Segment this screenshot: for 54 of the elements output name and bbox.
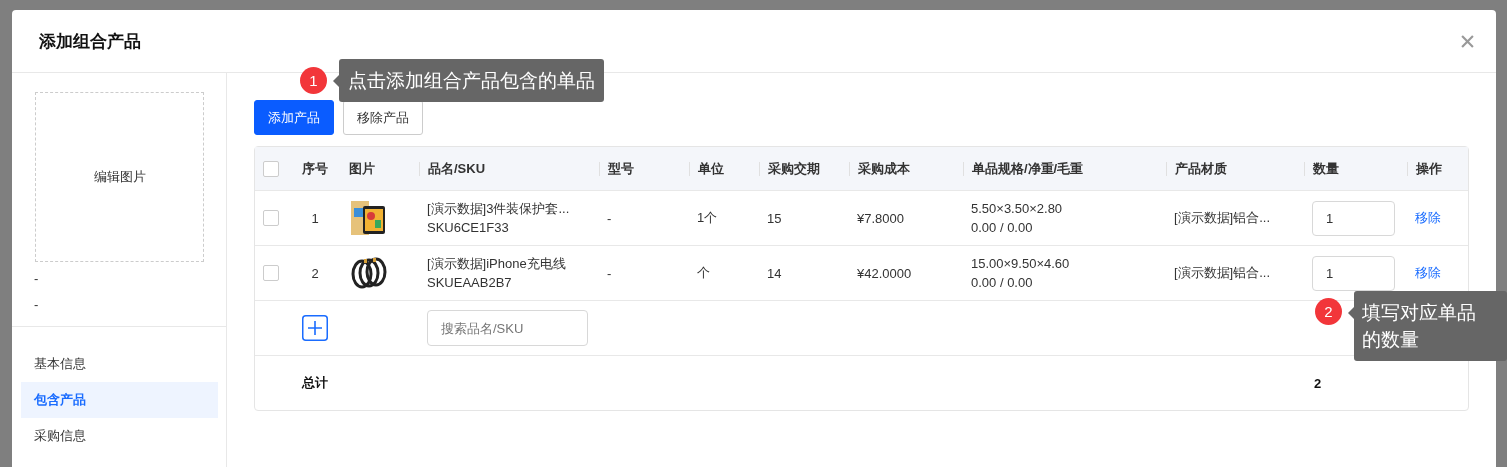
tooltip: 填写对应单品的数量 bbox=[1348, 291, 1507, 361]
add-button[interactable]: 添加产品 bbox=[254, 100, 334, 135]
product-name: [演示数据]3件装保护套... bbox=[427, 200, 570, 218]
nav-item[interactable]: 基本信息 bbox=[21, 346, 218, 382]
column-header: 产品材质 bbox=[1175, 159, 1227, 178]
table-cell: 个 bbox=[697, 264, 710, 282]
column-header: 型号 bbox=[608, 159, 634, 178]
spec-text: 5.50×3.50×2.80 bbox=[971, 200, 1063, 218]
quantity-input[interactable]: 1 bbox=[1312, 200, 1395, 236]
nav-item[interactable]: 包含产品 bbox=[21, 382, 218, 418]
table-cell: - bbox=[607, 210, 612, 226]
weight-text: 0.00 / 0.00 bbox=[971, 219, 1033, 237]
table-cell: 2 bbox=[311, 265, 319, 281]
table-cell: ¥42.0000 bbox=[857, 265, 912, 281]
column-header: 数量 bbox=[1313, 159, 1339, 178]
close-icon[interactable] bbox=[1461, 34, 1474, 48]
tooltip: 点击添加组合产品包含的单品 bbox=[333, 59, 604, 102]
checkbox[interactable] bbox=[263, 210, 279, 226]
table-cell: ¥7.8000 bbox=[857, 210, 904, 226]
total-label: 总计 bbox=[302, 374, 328, 392]
field-value: - bbox=[34, 296, 39, 313]
product-sku: SKU6CE1F33 bbox=[427, 219, 509, 237]
total-quantity: 2 bbox=[1314, 375, 1322, 391]
product-name: [演示数据]iPhone充电线 bbox=[427, 255, 566, 273]
table-cell: [演示数据]铝合... bbox=[1174, 209, 1271, 227]
column-header: 操作 bbox=[1416, 159, 1442, 178]
column-header: 单位 bbox=[698, 159, 724, 178]
weight-text: 0.00 / 0.00 bbox=[971, 274, 1033, 292]
nav-item[interactable]: 采购信息 bbox=[21, 418, 218, 454]
quantity-input[interactable]: 1 bbox=[1312, 255, 1395, 291]
table-cell: [演示数据]铝合... bbox=[1174, 264, 1271, 282]
checkbox[interactable] bbox=[263, 160, 279, 177]
product-sku: SKUEAAB2B7 bbox=[427, 274, 512, 292]
column-header: 品名/SKU bbox=[428, 159, 486, 178]
remove-link[interactable]: 移除 bbox=[1415, 209, 1441, 227]
search-field[interactable]: 搜索品名/SKU bbox=[427, 310, 588, 346]
remove-button[interactable]: 移除产品 bbox=[343, 100, 423, 135]
column-header: 单品规格/净重/毛重 bbox=[972, 159, 1084, 178]
table-cell: - bbox=[607, 265, 612, 281]
column-header: 序号 bbox=[302, 159, 328, 178]
checkbox[interactable] bbox=[263, 265, 279, 281]
column-header: 采购成本 bbox=[858, 159, 910, 178]
column-header: 采购交期 bbox=[768, 159, 820, 178]
add-icon[interactable] bbox=[302, 315, 328, 341]
spec-text: 15.00×9.50×4.60 bbox=[971, 255, 1070, 273]
image-upload-area[interactable]: 编辑图片 bbox=[35, 92, 204, 262]
table-cell: 14 bbox=[767, 265, 782, 281]
remove-link[interactable]: 移除 bbox=[1415, 264, 1441, 282]
column-header: 图片 bbox=[349, 159, 375, 178]
table-cell: 1 bbox=[311, 210, 319, 226]
field-value: - bbox=[34, 270, 39, 287]
table-cell: 15 bbox=[767, 210, 782, 226]
table-cell: 1个 bbox=[697, 209, 718, 227]
dialog-title: 添加组合产品 bbox=[39, 30, 141, 53]
